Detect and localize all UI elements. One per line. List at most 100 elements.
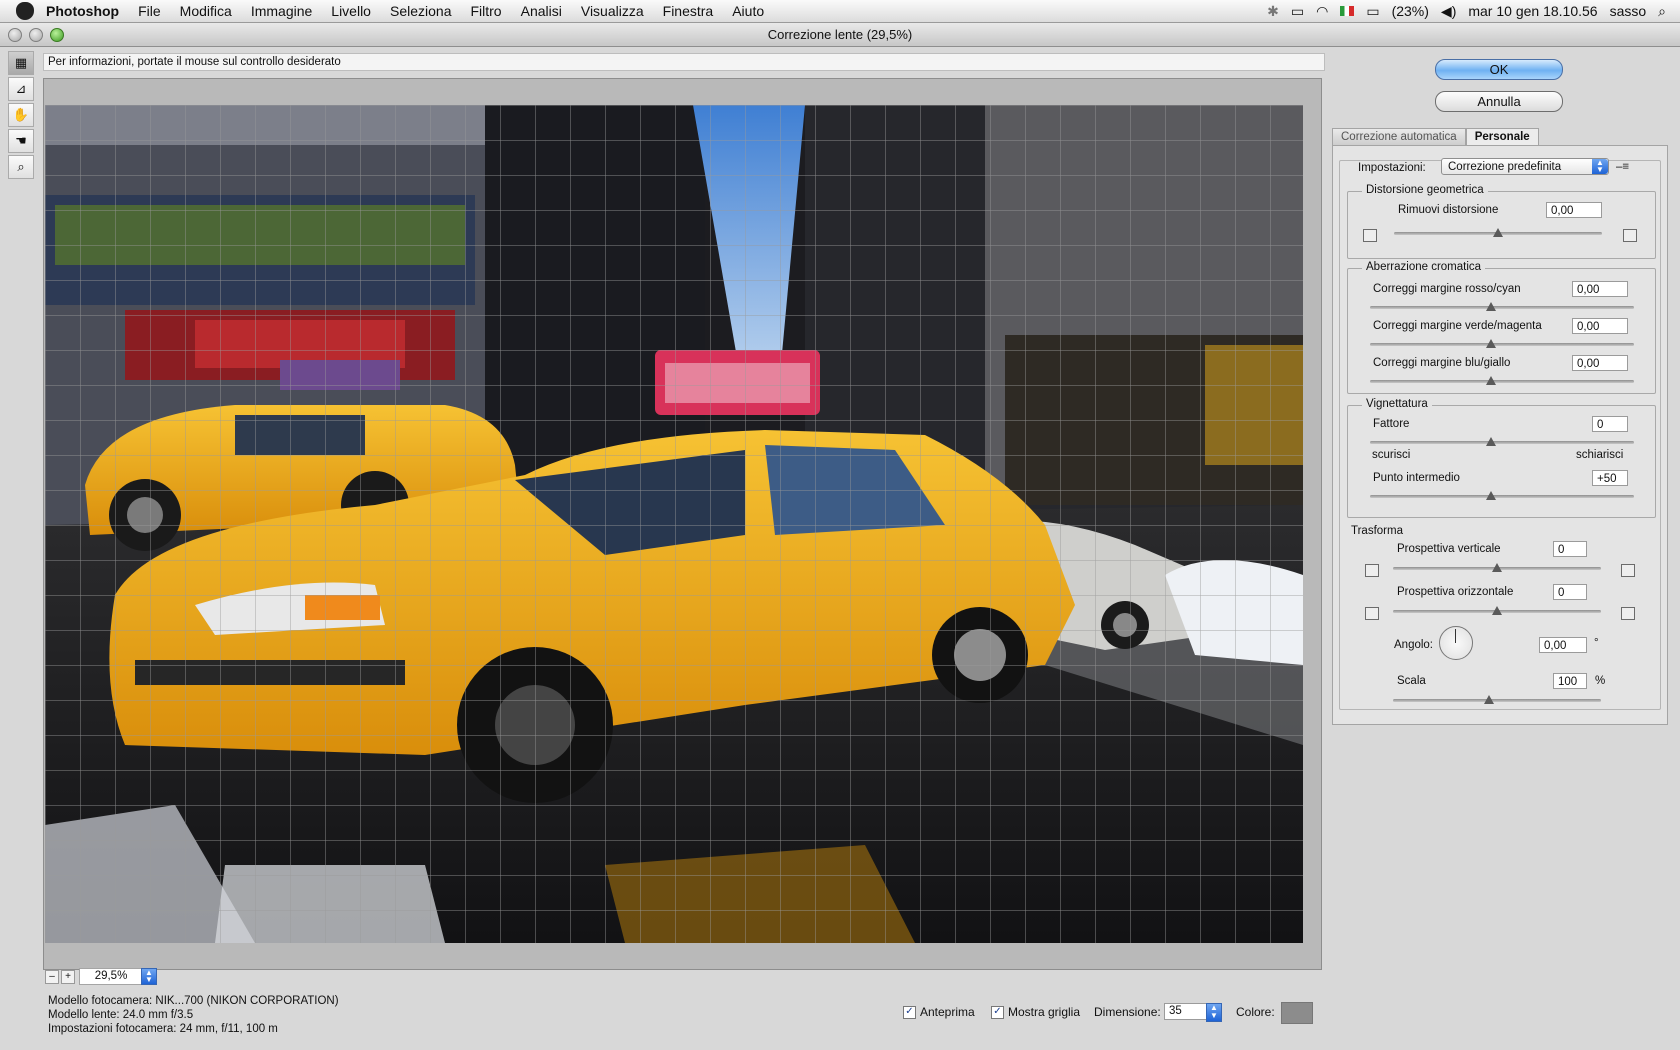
bluetooth-icon[interactable]: ✱ xyxy=(1267,3,1279,20)
slider-thumb[interactable] xyxy=(1492,563,1502,572)
zoom-button[interactable] xyxy=(50,28,64,42)
tab-custom[interactable]: Personale xyxy=(1465,128,1539,146)
red-cyan-input[interactable]: 0,00 xyxy=(1572,281,1628,297)
vertical-perspective-left-icon xyxy=(1365,564,1379,577)
zoom-out-button[interactable]: – xyxy=(45,970,59,984)
menu-seleziona[interactable]: Seleziona xyxy=(390,3,452,19)
tool-column: ▦ ⊿ ✋ ☚ ⌕ xyxy=(8,51,34,179)
angle-input[interactable]: 0,00 xyxy=(1539,637,1587,653)
midpoint-slider[interactable] xyxy=(1370,491,1634,500)
geometric-distortion-title: Distorsione geometrica xyxy=(1362,184,1488,196)
menu-modifica[interactable]: Modifica xyxy=(180,3,232,19)
menu-filtro[interactable]: Filtro xyxy=(470,3,501,19)
remove-distortion-slider[interactable] xyxy=(1394,228,1602,237)
straighten-tool-icon[interactable]: ⊿ xyxy=(8,77,34,101)
grid-color-swatch[interactable] xyxy=(1281,1002,1313,1024)
menu-livello[interactable]: Livello xyxy=(331,3,371,19)
slider-thumb[interactable] xyxy=(1493,228,1503,237)
grid-size-input[interactable]: 35 xyxy=(1164,1003,1210,1020)
remove-distortion-input[interactable]: 0,00 xyxy=(1546,202,1602,218)
vertical-perspective-right-icon xyxy=(1621,564,1635,577)
scale-slider[interactable] xyxy=(1393,695,1601,704)
camera-info: Modello fotocamera: NIK...700 (NIKON COR… xyxy=(48,994,339,1036)
menu-aiuto[interactable]: Aiuto xyxy=(732,3,764,19)
midpoint-input[interactable]: +50 xyxy=(1592,470,1628,486)
horizontal-perspective-slider[interactable] xyxy=(1393,606,1601,615)
display-icon[interactable]: ▭ xyxy=(1291,3,1304,20)
menu-immagine[interactable]: Immagine xyxy=(251,3,312,19)
horizontal-perspective-input[interactable]: 0 xyxy=(1553,584,1587,600)
vertical-perspective-input[interactable]: 0 xyxy=(1553,541,1587,557)
clock[interactable]: mar 10 gen 18.10.56 xyxy=(1468,3,1597,19)
scale-unit: % xyxy=(1595,675,1606,687)
preview-canvas[interactable] xyxy=(43,78,1322,970)
geometric-distortion-group: Distorsione geometrica Rimuovi distorsio… xyxy=(1347,184,1656,259)
darken-label: scurisci xyxy=(1372,449,1411,461)
preview-photo[interactable] xyxy=(45,105,1303,943)
chromatic-aberration-title: Aberrazione cromatica xyxy=(1362,261,1486,273)
slider-thumb[interactable] xyxy=(1486,302,1497,311)
vertical-perspective-slider[interactable] xyxy=(1393,563,1601,572)
hand-tool-icon[interactable]: ☚ xyxy=(8,129,34,153)
vignette-amount-input[interactable]: 0 xyxy=(1592,416,1628,432)
slider-thumb[interactable] xyxy=(1486,437,1497,446)
blue-yellow-input[interactable]: 0,00 xyxy=(1572,355,1628,371)
menu-app-photoshop[interactable]: Photoshop xyxy=(46,3,119,19)
tab-auto-correction[interactable]: Correzione automatica xyxy=(1332,128,1466,146)
menu-finestra[interactable]: Finestra xyxy=(663,3,714,19)
grid-size-stepper-icon[interactable]: ▲ ▼ xyxy=(1206,1003,1222,1022)
select-arrows-icon[interactable]: ▲ ▼ xyxy=(1592,159,1608,174)
correction-tabs: Correzione automatica Personale xyxy=(1332,128,1539,146)
zoom-tool-icon[interactable]: ⌕ xyxy=(8,155,34,179)
zoom-in-button[interactable]: + xyxy=(61,970,75,984)
preview-label: Anteprima xyxy=(920,1005,975,1019)
menu-analisi[interactable]: Analisi xyxy=(521,3,562,19)
flag-icon[interactable] xyxy=(1340,6,1355,16)
red-cyan-slider[interactable] xyxy=(1370,302,1634,311)
slider-thumb[interactable] xyxy=(1483,695,1494,704)
cancel-button[interactable]: Annulla xyxy=(1435,91,1563,112)
scale-input[interactable]: 100 xyxy=(1553,673,1587,689)
settings-menu-icon[interactable]: –≡ xyxy=(1616,161,1629,173)
slider-thumb[interactable] xyxy=(1486,491,1497,500)
pincushion-icon xyxy=(1363,229,1377,242)
show-grid-label: Mostra griglia xyxy=(1008,1005,1081,1019)
zoom-level[interactable]: 29,5% xyxy=(79,968,143,985)
show-grid-checkbox[interactable]: ✓ xyxy=(991,1006,1004,1019)
menu-file[interactable]: File xyxy=(138,3,161,19)
slider-thumb[interactable] xyxy=(1492,606,1502,615)
slider-thumb[interactable] xyxy=(1486,339,1497,348)
vignette-amount-slider[interactable] xyxy=(1370,437,1634,446)
slider-thumb[interactable] xyxy=(1486,376,1497,385)
ok-button[interactable]: OK xyxy=(1435,59,1563,80)
blue-yellow-slider[interactable] xyxy=(1370,376,1634,385)
move-grid-tool-icon[interactable]: ✋ xyxy=(8,103,34,127)
preview-checkbox[interactable]: ✓ xyxy=(903,1006,916,1019)
barrel-icon xyxy=(1623,229,1637,242)
window-titlebar: Correzione lente (29,5%) xyxy=(0,23,1680,47)
battery-percent[interactable]: (23%) xyxy=(1392,3,1429,19)
angle-dial[interactable] xyxy=(1439,626,1473,660)
green-magenta-input[interactable]: 0,00 xyxy=(1572,318,1628,334)
battery-icon[interactable]: ▭ xyxy=(1366,3,1379,20)
apple-icon[interactable] xyxy=(16,2,34,20)
settings-select[interactable]: Correzione predefinita ▲ ▼ xyxy=(1441,158,1609,175)
green-magenta-slider[interactable] xyxy=(1370,339,1634,348)
remove-distortion-tool-icon[interactable]: ▦ xyxy=(8,51,34,75)
taxi-photo-illustration xyxy=(45,105,1303,943)
user-name[interactable]: sasso xyxy=(1610,3,1647,19)
wifi-icon[interactable]: ◠ xyxy=(1316,3,1328,20)
close-button[interactable] xyxy=(8,28,22,42)
grid-color-label: Colore: xyxy=(1236,1005,1275,1019)
zoom-stepper-icon[interactable]: ▲ ▼ xyxy=(141,968,157,985)
zoom-controls: – + 29,5% ▲ ▼ xyxy=(43,968,273,985)
settings-select-value: Correzione predefinita xyxy=(1448,161,1562,173)
transform-group: Trasforma Prospettiva verticale 0 Prospe… xyxy=(1339,525,1659,721)
spotlight-icon[interactable]: ⌕ xyxy=(1658,3,1666,20)
chromatic-aberration-group: Aberrazione cromatica Correggi margine r… xyxy=(1347,261,1656,394)
minimize-button[interactable] xyxy=(29,28,43,42)
vignette-title: Vignettatura xyxy=(1362,398,1432,410)
menu-visualizza[interactable]: Visualizza xyxy=(581,3,644,19)
red-cyan-label: Correggi margine rosso/cyan xyxy=(1373,283,1521,295)
volume-icon[interactable]: ◀) xyxy=(1441,3,1456,20)
